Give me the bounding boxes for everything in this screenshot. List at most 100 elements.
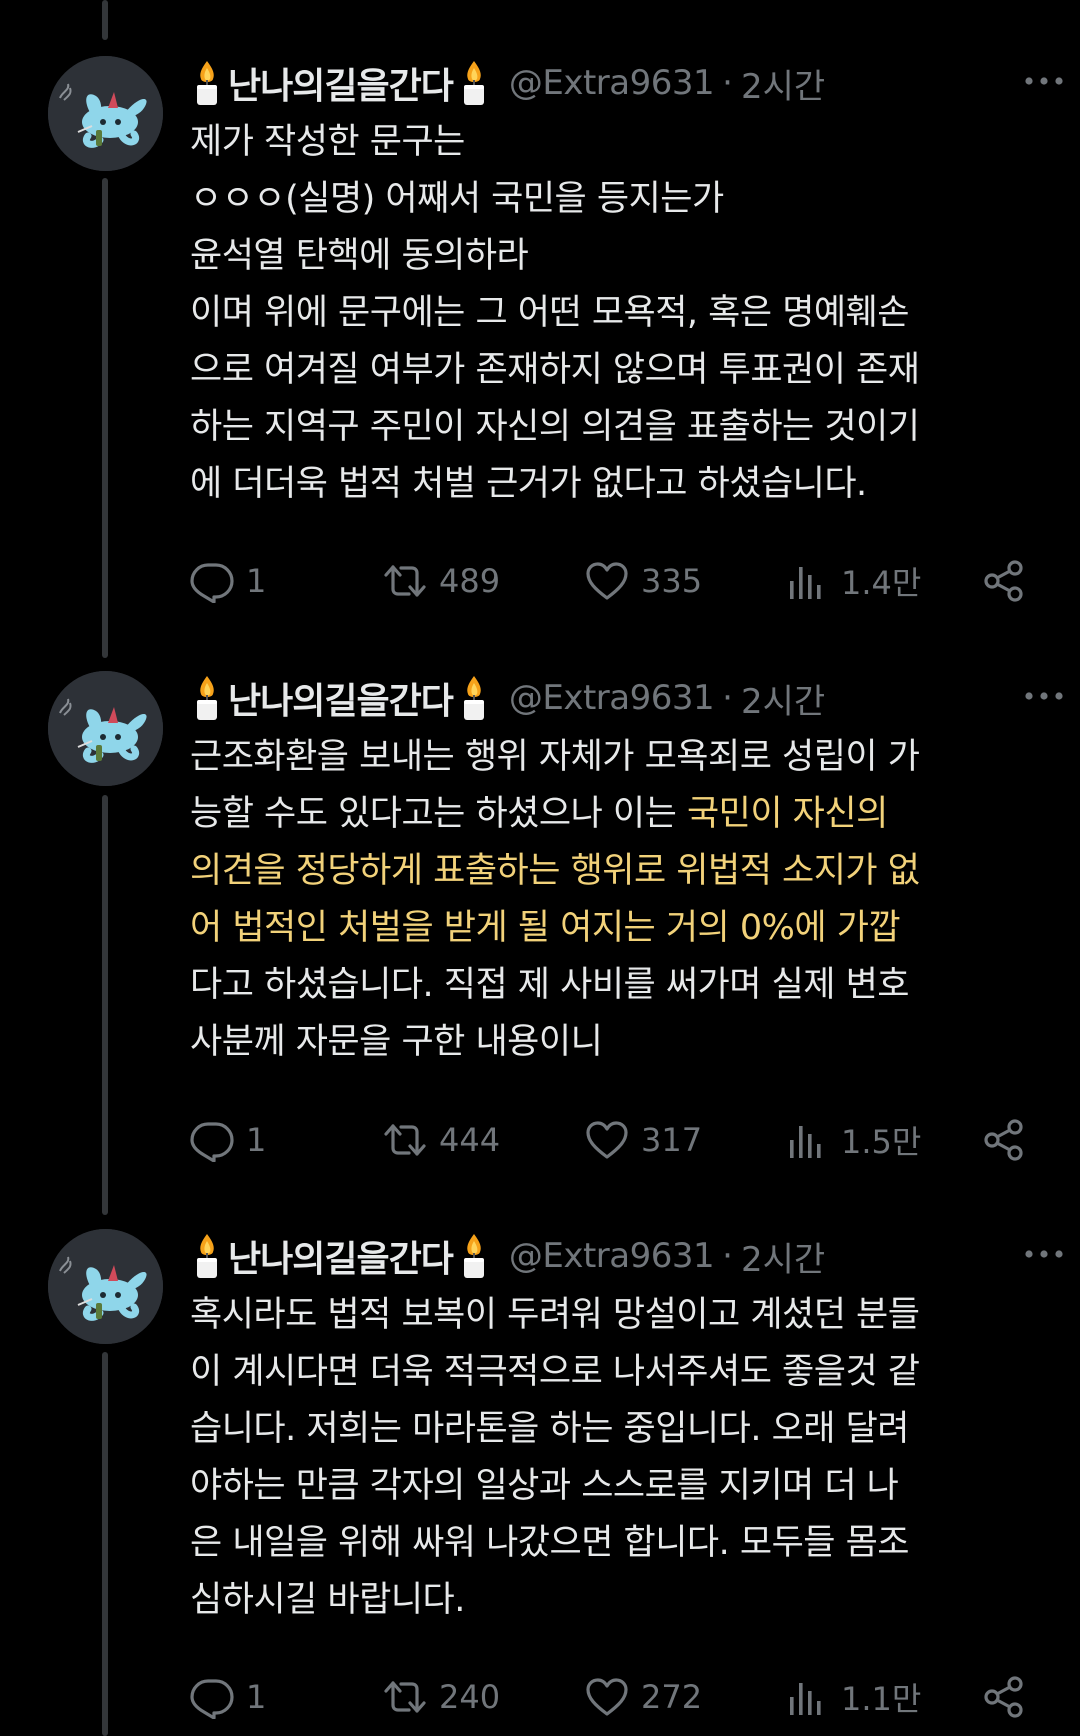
timestamp[interactable]: 2시간 [741, 59, 825, 108]
retweet-icon [383, 559, 427, 603]
candle-icon [457, 59, 491, 107]
tweet-text-line: 혹시라도 법적 보복이 두려워 망설이고 계셨던 분들 [190, 1295, 920, 1335]
highlighted-text: 어 법적인 처벌을 받게 될 여지는 거의 0%에 가깝 [190, 908, 901, 948]
tweet-text-line: ㅇㅇㅇ(실명) 어째서 국민을 등지는가 [190, 179, 724, 219]
views-button[interactable]: 1.4만 [785, 556, 921, 606]
tweet-text: 혹시라도 법적 보복이 두려워 망설이고 계셨던 분들 이 계시다면 더욱 적극… [190, 1287, 1040, 1629]
tweet-header: 난나의길을간다 @Extra9631 · 2시간 [190, 58, 1040, 108]
tweet-text-line: 은 내일을 위해 싸워 나갔으면 합니다. 모두들 몸조 [190, 1523, 910, 1563]
tweet-text-line: 야하는 만큼 각자의 일상과 스스로를 지키며 더 나 [190, 1466, 899, 1506]
views-icon [785, 559, 829, 603]
tweet-text-line: 으로 여겨질 여부가 존재하지 않으며 투표권이 존재 [190, 350, 920, 390]
tweet-text-line: 제가 작성한 문구는 [190, 122, 465, 162]
tweet-text: 근조화환을 보내는 행위 자체가 모욕죄로 성립이 가 능할 수도 있다고는 하… [190, 729, 1040, 1071]
separator-dot: · [722, 1236, 733, 1276]
reply-count: 1 [246, 1678, 267, 1716]
like-count: 335 [641, 562, 703, 600]
separator-dot: · [722, 63, 733, 103]
display-name[interactable]: 난나의길을간다 [228, 1230, 454, 1282]
timestamp[interactable]: 2시간 [741, 674, 825, 723]
heart-icon [585, 1118, 629, 1162]
reply-button[interactable]: 1 [190, 1672, 266, 1722]
reply-icon [190, 559, 234, 603]
share-icon [982, 1118, 1026, 1162]
tweet-text-line: 윤석열 탄핵에 동의하라 [190, 236, 529, 276]
highlighted-text: 의견을 정당하게 표출하는 행위로 위법적 소지가 없 [190, 851, 920, 891]
retweet-button[interactable]: 444 [383, 1115, 500, 1165]
candle-icon [457, 1232, 491, 1280]
views-button[interactable]: 1.1만 [785, 1672, 921, 1722]
tweet-text-line: 에 더더욱 법적 처벌 근거가 없다고 하셨습니다. [190, 464, 867, 504]
tweet-text-segment: 능할 수도 있다고는 하셨으나 이는 [190, 794, 687, 834]
tweet-text-line: 다고 하셨습니다. 직접 제 사비를 써가며 실제 변호 [190, 965, 910, 1005]
action-bar: 1 489 335 1.4만 [190, 556, 1030, 606]
like-count: 317 [641, 1121, 703, 1159]
retweet-count: 240 [439, 1678, 501, 1716]
user-handle[interactable]: @Extra9631 [509, 63, 715, 103]
tweet-text-line: 능할 수도 있다고는 하셨으나 이는 국민이 자신의 [190, 786, 1040, 843]
like-count: 272 [641, 1678, 703, 1716]
view-count: 1.5만 [841, 1123, 922, 1161]
retweet-icon [383, 1675, 427, 1719]
candle-icon [190, 674, 224, 722]
tweet-text-line: 사분께 자문을 구한 내용이니 [190, 1022, 603, 1062]
reply-icon [190, 1675, 234, 1719]
retweet-count: 489 [439, 562, 501, 600]
share-icon [982, 1675, 1026, 1719]
highlighted-text: 국민이 자신의 [686, 794, 888, 834]
views-icon [785, 1675, 829, 1719]
share-button[interactable] [982, 1115, 1026, 1165]
more-options-icon[interactable] [1022, 66, 1066, 96]
candle-icon [190, 59, 224, 107]
tweet-text-line: 근조화환을 보내는 행위 자체가 모욕죄로 성립이 가 [190, 737, 920, 777]
heart-icon [585, 559, 629, 603]
candle-icon [190, 1232, 224, 1280]
action-bar: 1 240 272 1.1만 [190, 1672, 1030, 1722]
share-icon [982, 559, 1026, 603]
user-handle[interactable]: @Extra9631 [509, 678, 715, 718]
reply-icon [190, 1118, 234, 1162]
tweet-text-line: 하는 지역구 주민이 자신의 의견을 표출하는 것이기 [190, 407, 920, 447]
timestamp[interactable]: 2시간 [741, 1232, 825, 1281]
action-bar: 1 444 317 1.5만 [190, 1115, 1030, 1165]
more-options-icon[interactable] [1022, 1239, 1066, 1269]
views-button[interactable]: 1.5만 [785, 1115, 921, 1165]
thread-line [102, 1352, 108, 1736]
view-count: 1.1만 [841, 1680, 922, 1718]
candle-icon [457, 674, 491, 722]
tweet-text-line: 심하시길 바랍니다. [190, 1580, 465, 1620]
share-button[interactable] [982, 1672, 1026, 1722]
thread-line [102, 178, 108, 658]
tweet-text-line: 이 계시다면 더욱 적극적으로 나서주셔도 좋을것 같 [190, 1352, 920, 1392]
separator-dot: · [722, 678, 733, 718]
tweet-text: 제가 작성한 문구는 ㅇㅇㅇ(실명) 어째서 국민을 등지는가 윤석열 탄핵에 … [190, 114, 1040, 513]
reply-button[interactable]: 1 [190, 1115, 266, 1165]
tweet-header: 난나의길을간다 @Extra9631 · 2시간 [190, 673, 1040, 723]
views-icon [785, 1118, 829, 1162]
tweet-text-line: 습니다. 저희는 마라톤을 하는 중입니다. 오래 달려 [190, 1409, 910, 1449]
share-button[interactable] [982, 556, 1026, 606]
like-button[interactable]: 272 [585, 1672, 702, 1722]
user-handle[interactable]: @Extra9631 [509, 1236, 715, 1276]
retweet-button[interactable]: 240 [383, 1672, 500, 1722]
retweet-button[interactable]: 489 [383, 556, 500, 606]
display-name[interactable]: 난나의길을간다 [228, 672, 454, 724]
retweet-icon [383, 1118, 427, 1162]
avatar[interactable] [48, 671, 163, 786]
avatar[interactable] [48, 56, 163, 171]
like-button[interactable]: 317 [585, 1115, 702, 1165]
thread-line [102, 795, 108, 1215]
display-name[interactable]: 난나의길을간다 [228, 57, 454, 109]
view-count: 1.4만 [841, 564, 922, 602]
avatar[interactable] [48, 1229, 163, 1344]
more-options-icon[interactable] [1022, 681, 1066, 711]
thread-line-top [102, 0, 108, 40]
heart-icon [585, 1675, 629, 1719]
retweet-count: 444 [439, 1121, 501, 1159]
reply-count: 1 [246, 562, 267, 600]
like-button[interactable]: 335 [585, 556, 702, 606]
tweet-header: 난나의길을간다 @Extra9631 · 2시간 [190, 1231, 1040, 1281]
reply-count: 1 [246, 1121, 267, 1159]
tweet-text-line: 이며 위에 문구에는 그 어떤 모욕적, 혹은 명예훼손 [190, 293, 910, 333]
reply-button[interactable]: 1 [190, 556, 266, 606]
